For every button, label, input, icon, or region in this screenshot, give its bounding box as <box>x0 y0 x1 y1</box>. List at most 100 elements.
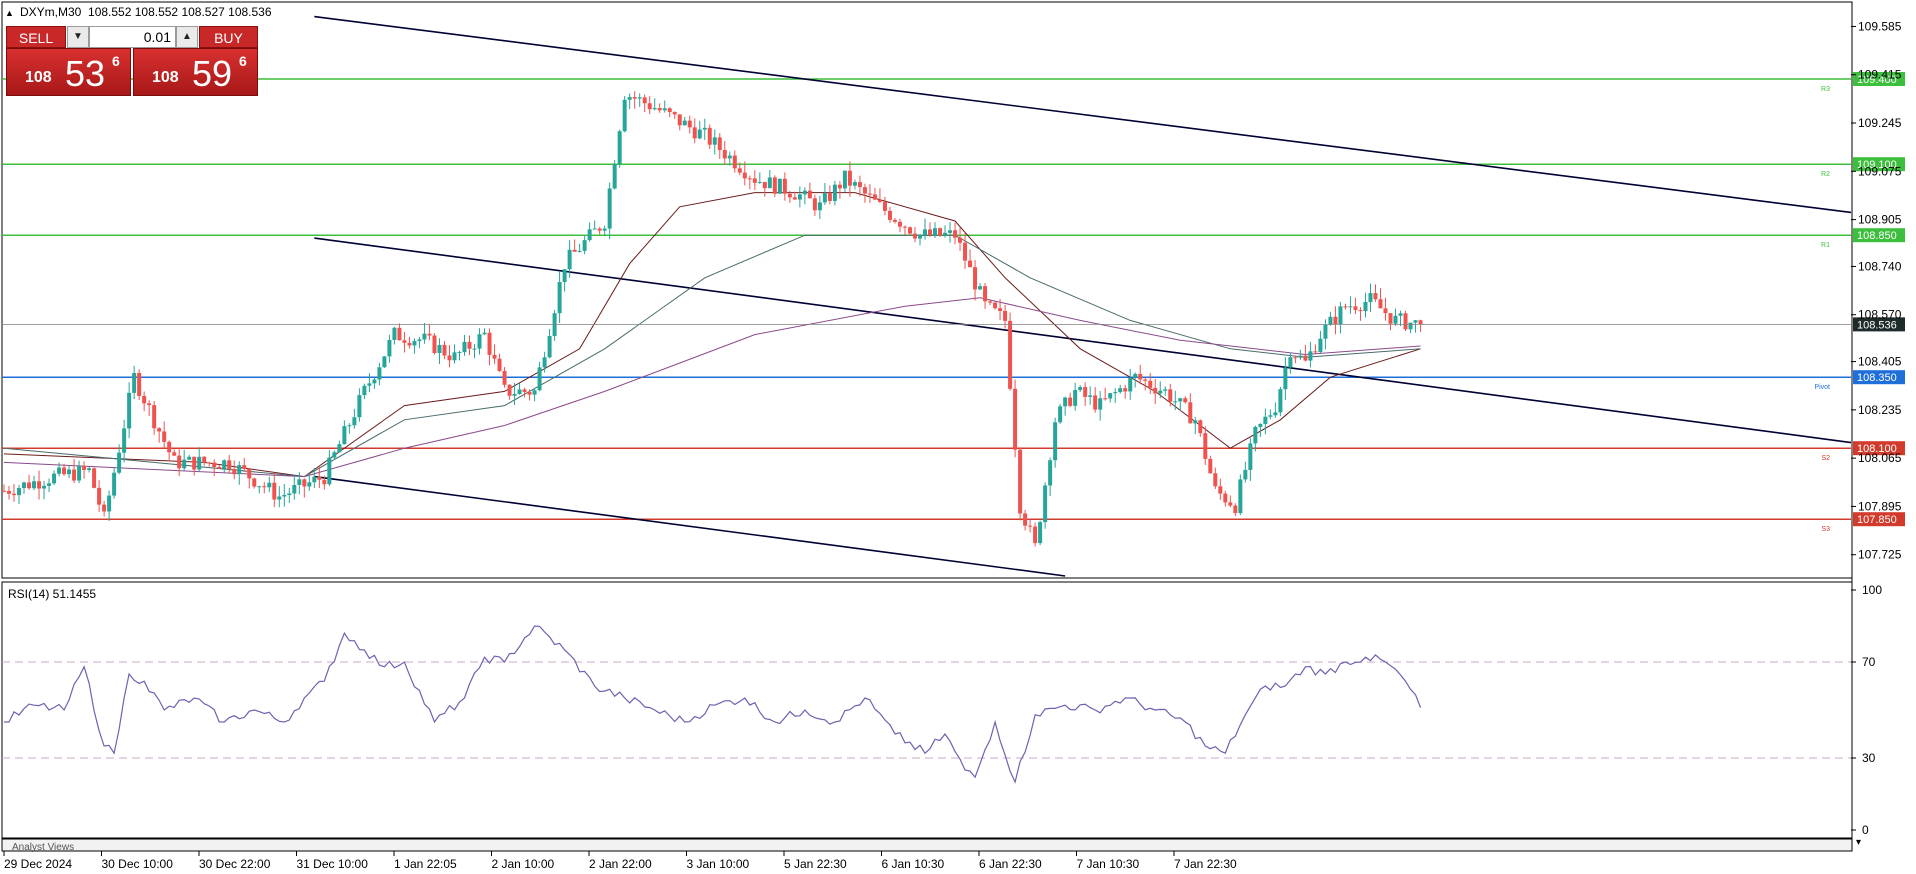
candle <box>432 333 437 355</box>
candle-body <box>862 187 867 194</box>
candle-body <box>1343 306 1348 308</box>
candle-body <box>517 389 522 395</box>
candle-body <box>352 417 357 426</box>
candle-body <box>377 367 382 380</box>
candle-body <box>652 108 657 110</box>
candle-body <box>1333 316 1338 325</box>
x-tick-label: 6 Jan 10:30 <box>882 857 945 871</box>
level-tag-s2: S2 <box>1821 455 1830 462</box>
y-tick-label: 109.075 <box>1858 164 1902 178</box>
candle-body <box>332 452 337 458</box>
y-tick-label: 108.740 <box>1858 259 1902 273</box>
sell-button[interactable]: SELL <box>6 26 66 48</box>
candle-body <box>472 348 477 350</box>
candle-body <box>1203 433 1208 459</box>
candle-body <box>452 352 457 361</box>
level-price-label-pivot: 108.350 <box>1857 372 1897 384</box>
candle-body <box>963 242 968 261</box>
candle-body <box>497 358 502 371</box>
candle-body <box>917 235 922 239</box>
y-tick-label: 109.415 <box>1858 68 1902 82</box>
candle-body <box>607 188 612 229</box>
candle-body <box>202 456 207 463</box>
candle-body <box>1128 377 1133 392</box>
buy-price-fraction: 6 <box>239 53 247 69</box>
footer-label[interactable]: Analyst Views <box>12 842 74 853</box>
candle-body <box>252 478 257 487</box>
candle-body <box>467 341 472 349</box>
candle-body <box>597 228 602 231</box>
candle-body <box>1168 389 1173 402</box>
candle-body <box>792 197 797 200</box>
lot-increase-button[interactable]: ▲ <box>176 26 198 48</box>
candle-body <box>1233 505 1238 514</box>
candle-body <box>612 164 617 189</box>
lot-decrease-button[interactable]: ▼ <box>67 26 89 48</box>
candle-body <box>152 405 157 429</box>
candle <box>1403 310 1408 332</box>
candle-body <box>872 194 877 200</box>
candle-body <box>27 482 32 489</box>
candle-body <box>222 460 227 469</box>
candle-body <box>1263 416 1268 424</box>
candle-body <box>247 468 252 479</box>
candle <box>1038 520 1043 546</box>
candle-body <box>1358 310 1363 312</box>
candle-body <box>737 168 742 173</box>
candle-body <box>177 455 182 469</box>
x-tick-label: 2 Jan 10:00 <box>492 857 555 871</box>
candle-body <box>1353 306 1358 311</box>
candle-body <box>1218 486 1223 494</box>
header-triangle[interactable]: ▲ <box>5 8 14 18</box>
candle-body <box>717 137 722 151</box>
candle-body <box>337 444 342 453</box>
x-tick-label: 6 Jan 22:30 <box>979 857 1042 871</box>
candle-body <box>1213 473 1218 487</box>
candle-body <box>1173 401 1178 403</box>
candle-body <box>57 467 62 474</box>
candle-body <box>127 392 132 429</box>
buy-price-button[interactable]: 108 59 6 <box>133 48 258 96</box>
candle-body <box>953 230 958 238</box>
candle-body <box>887 210 892 220</box>
candle-body <box>1238 479 1243 514</box>
candle-body <box>1208 458 1213 474</box>
buy-button[interactable]: BUY <box>199 26 258 48</box>
candle-body <box>557 281 562 314</box>
symbol-header: DXYm,M30 108.552 108.552 108.527 108.536 <box>20 5 272 19</box>
candle-body <box>312 476 317 483</box>
candle-body <box>42 485 47 489</box>
candle-body <box>592 228 597 230</box>
candle-body <box>1228 502 1233 506</box>
candle-body <box>402 340 407 343</box>
x-tick-label: 1 Jan 22:05 <box>394 857 457 871</box>
sell-price-button[interactable]: 108 53 6 <box>6 48 131 96</box>
candle-body <box>282 494 287 497</box>
candle-body <box>1098 398 1103 410</box>
chart-canvas: Analyst Views ▾ R3109.400R2109.100R1108.… <box>1 1 1905 871</box>
candle-body <box>787 193 792 198</box>
candle-body <box>1063 397 1068 407</box>
candle-body <box>1108 393 1113 399</box>
candle-body <box>973 267 978 290</box>
candle-body <box>102 504 107 512</box>
candle-body <box>933 228 938 236</box>
candle-body <box>1388 313 1393 324</box>
lot-size-input[interactable] <box>89 26 176 48</box>
candle-body <box>1378 299 1383 309</box>
candle-body <box>988 301 993 303</box>
candle-body <box>722 150 727 159</box>
candle-body <box>432 335 437 354</box>
candle-body <box>1348 306 1353 308</box>
candle-body <box>567 249 572 270</box>
candle-body <box>1073 390 1078 406</box>
candle-body <box>1408 322 1413 330</box>
candle-body <box>958 237 963 243</box>
candle-body <box>52 473 57 484</box>
candle-body <box>1123 388 1128 392</box>
candle-body <box>637 97 642 99</box>
candle-body <box>542 357 547 368</box>
y-tick-label: 109.585 <box>1858 19 1902 33</box>
candle-body <box>1338 306 1343 325</box>
candle-body <box>1023 513 1028 526</box>
